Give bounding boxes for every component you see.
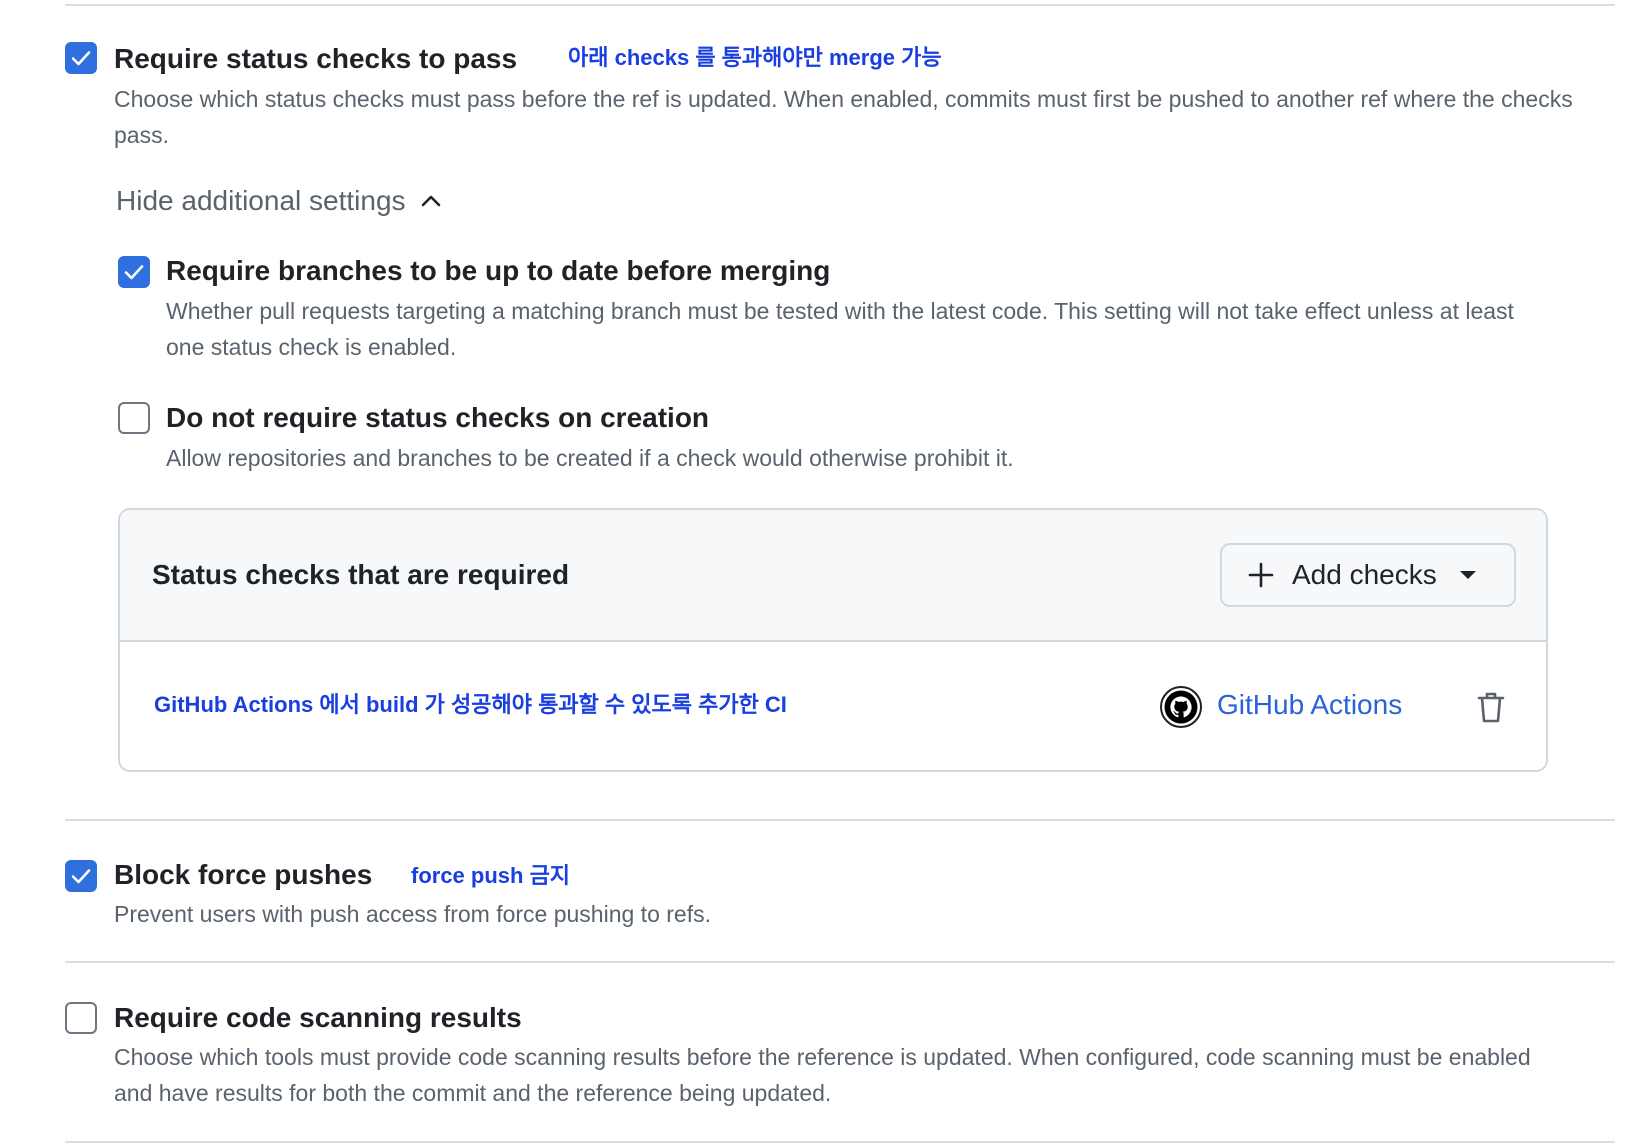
required-check-annotation: GitHub Actions 에서 build 가 성공해야 통과할 수 있도록… — [154, 692, 787, 717]
status-checks-annotation: 아래 checks 를 통과해야만 merge 가능 — [568, 45, 942, 70]
up-to-date-description: Whether pull requests targeting a matchi… — [166, 298, 1514, 360]
no-checks-on-creation-checkbox[interactable] — [118, 402, 150, 434]
add-checks-button[interactable]: Add checks — [1220, 543, 1516, 607]
up-to-date-title: Require branches to be up to date before… — [166, 255, 831, 286]
block-force-pushes-annotation: force push 금지 — [411, 863, 571, 888]
required-checks-panel: Status checks that are required Add chec… — [118, 508, 1548, 772]
code-scanning-description: Choose which tools must provide code sca… — [114, 1044, 1531, 1106]
checkmark-icon — [71, 869, 91, 884]
section-divider-top — [65, 4, 1615, 6]
status-checks-description: Choose which status checks must pass bef… — [114, 86, 1573, 148]
code-scanning-title: Require code scanning results — [114, 1002, 522, 1033]
section-divider-bottom — [65, 1141, 1615, 1143]
code-scanning-checkbox[interactable] — [65, 1002, 97, 1034]
no-checks-on-creation-title: Do not require status checks on creation — [166, 402, 710, 433]
checkmark-icon — [71, 51, 91, 66]
caret-down-icon — [1459, 571, 1476, 579]
section-divider — [65, 819, 1615, 821]
github-icon — [1160, 686, 1202, 728]
hide-additional-settings-toggle[interactable]: Hide additional settings — [116, 184, 442, 218]
hide-additional-settings-label: Hide additional settings — [116, 185, 406, 216]
trash-icon[interactable] — [1476, 690, 1506, 724]
plus-icon — [1248, 562, 1274, 588]
block-force-pushes-checkbox[interactable] — [65, 860, 97, 892]
no-checks-on-creation-description: Allow repositories and branches to be cr… — [166, 445, 1014, 471]
section-divider — [65, 961, 1615, 963]
status-checks-checkbox[interactable] — [65, 42, 97, 74]
checkmark-icon — [124, 265, 144, 280]
block-force-pushes-title: Block force pushes — [114, 859, 373, 890]
add-checks-label: Add checks — [1292, 559, 1437, 590]
required-checks-title: Status checks that are required — [152, 559, 570, 590]
required-checks-header: Status checks that are required Add chec… — [120, 510, 1546, 642]
block-force-pushes-description: Prevent users with push access from forc… — [114, 901, 711, 927]
github-actions-link[interactable]: GitHub Actions — [1217, 688, 1402, 722]
chevron-up-icon — [421, 195, 440, 207]
up-to-date-checkbox[interactable] — [118, 256, 150, 288]
status-checks-title: Require status checks to pass — [114, 43, 518, 74]
